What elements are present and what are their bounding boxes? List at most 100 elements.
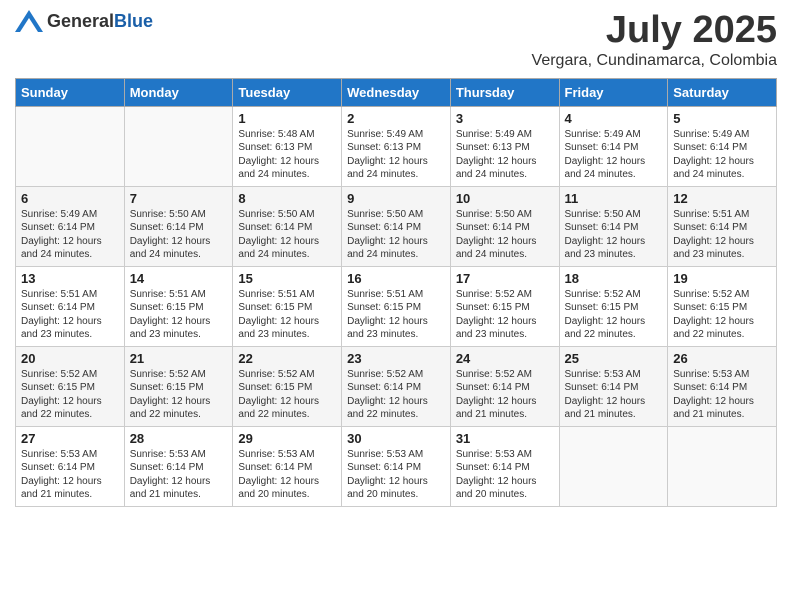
day-number: 24	[456, 351, 554, 366]
day-info: Sunrise: 5:49 AM Sunset: 6:14 PM Dayligh…	[21, 208, 119, 262]
weekday-header-row: SundayMondayTuesdayWednesdayThursdayFrid…	[16, 78, 777, 106]
logo-blue: Blue	[114, 11, 153, 31]
day-number: 11	[565, 191, 663, 206]
title-block: July 2025 Vergara, Cundinamarca, Colombi…	[532, 10, 777, 70]
day-info: Sunrise: 5:50 AM Sunset: 6:14 PM Dayligh…	[347, 208, 445, 262]
day-info: Sunrise: 5:51 AM Sunset: 6:14 PM Dayligh…	[673, 208, 771, 262]
day-info: Sunrise: 5:52 AM Sunset: 6:15 PM Dayligh…	[130, 368, 228, 422]
day-number: 12	[673, 191, 771, 206]
calendar-week-row: 20 Sunrise: 5:52 AM Sunset: 6:15 PM Dayli…	[16, 346, 777, 426]
day-info: Sunrise: 5:49 AM Sunset: 6:14 PM Dayligh…	[673, 128, 771, 182]
day-number: 21	[130, 351, 228, 366]
day-number: 25	[565, 351, 663, 366]
day-info: Sunrise: 5:53 AM Sunset: 6:14 PM Dayligh…	[673, 368, 771, 422]
day-number: 4	[565, 111, 663, 126]
weekday-header: Tuesday	[233, 78, 342, 106]
logo: GeneralBlue	[15, 10, 153, 32]
calendar-cell: 19Sunrise: 5:52 AM Sunset: 6:15 PM Dayli…	[668, 266, 777, 346]
day-number: 10	[456, 191, 554, 206]
day-number: 31	[456, 431, 554, 446]
day-info: Sunrise: 5:52 AM Sunset: 6:15 PM Dayligh…	[238, 368, 336, 422]
weekday-header: Friday	[559, 78, 668, 106]
calendar-cell: 8Sunrise: 5:50 AM Sunset: 6:14 PM Daylig…	[233, 186, 342, 266]
calendar-cell: 28Sunrise: 5:53 AM Sunset: 6:14 PM Dayli…	[124, 426, 233, 506]
location-title: Vergara, Cundinamarca, Colombia	[532, 52, 777, 70]
day-info: Sunrise: 5:53 AM Sunset: 6:14 PM Dayligh…	[565, 368, 663, 422]
day-info: Sunrise: 5:50 AM Sunset: 6:14 PM Dayligh…	[130, 208, 228, 262]
day-info: Sunrise: 5:52 AM Sunset: 6:15 PM Dayligh…	[456, 288, 554, 342]
day-info: Sunrise: 5:48 AM Sunset: 6:13 PM Dayligh…	[238, 128, 336, 182]
day-number: 29	[238, 431, 336, 446]
day-info: Sunrise: 5:53 AM Sunset: 6:14 PM Dayligh…	[238, 448, 336, 502]
calendar-cell: 18Sunrise: 5:52 AM Sunset: 6:15 PM Dayli…	[559, 266, 668, 346]
calendar-cell: 27 Sunrise: 5:53 AM Sunset: 6:14 PM Dayli…	[16, 426, 125, 506]
day-number: 3	[456, 111, 554, 126]
calendar-cell: 2 Sunrise: 5:49 AM Sunset: 6:13 PM Daylig…	[342, 106, 451, 186]
calendar-cell: 25 Sunrise: 5:53 AM Sunset: 6:14 PM Dayli…	[559, 346, 668, 426]
logo-icon	[15, 10, 43, 32]
calendar-week-row: 13 Sunrise: 5:51 AM Sunset: 6:14 PM Dayli…	[16, 266, 777, 346]
day-info: Sunrise: 5:49 AM Sunset: 6:14 PM Dayligh…	[565, 128, 663, 182]
day-info: Sunrise: 5:52 AM Sunset: 6:14 PM Dayligh…	[456, 368, 554, 422]
day-number: 2	[347, 111, 445, 126]
calendar-cell	[16, 106, 125, 186]
day-info: Sunrise: 5:53 AM Sunset: 6:14 PM Dayligh…	[130, 448, 228, 502]
logo-general: General	[47, 11, 114, 31]
day-info: Sunrise: 5:49 AM Sunset: 6:13 PM Dayligh…	[347, 128, 445, 182]
calendar-cell: 16Sunrise: 5:51 AM Sunset: 6:15 PM Dayli…	[342, 266, 451, 346]
page-header: GeneralBlue July 2025 Vergara, Cundinama…	[15, 10, 777, 70]
day-number: 23	[347, 351, 445, 366]
day-info: Sunrise: 5:50 AM Sunset: 6:14 PM Dayligh…	[565, 208, 663, 262]
day-info: Sunrise: 5:53 AM Sunset: 6:14 PM Dayligh…	[21, 448, 119, 502]
calendar-cell: 11 Sunrise: 5:50 AM Sunset: 6:14 PM Dayli…	[559, 186, 668, 266]
day-number: 30	[347, 431, 445, 446]
calendar-cell	[559, 426, 668, 506]
day-info: Sunrise: 5:53 AM Sunset: 6:14 PM Dayligh…	[347, 448, 445, 502]
day-number: 8	[238, 191, 336, 206]
calendar-cell: 23Sunrise: 5:52 AM Sunset: 6:14 PM Dayli…	[342, 346, 451, 426]
calendar-cell: 1 Sunrise: 5:48 AM Sunset: 6:13 PM Daylig…	[233, 106, 342, 186]
calendar-cell: 5Sunrise: 5:49 AM Sunset: 6:14 PM Daylig…	[668, 106, 777, 186]
calendar-cell: 12 Sunrise: 5:51 AM Sunset: 6:14 PM Dayli…	[668, 186, 777, 266]
day-number: 20	[21, 351, 119, 366]
day-number: 9	[347, 191, 445, 206]
day-info: Sunrise: 5:52 AM Sunset: 6:15 PM Dayligh…	[565, 288, 663, 342]
calendar-cell: 10Sunrise: 5:50 AM Sunset: 6:14 PM Dayli…	[450, 186, 559, 266]
calendar-week-row: 27 Sunrise: 5:53 AM Sunset: 6:14 PM Dayli…	[16, 426, 777, 506]
day-number: 17	[456, 271, 554, 286]
day-number: 19	[673, 271, 771, 286]
calendar-cell: 14 Sunrise: 5:51 AM Sunset: 6:15 PM Dayli…	[124, 266, 233, 346]
day-info: Sunrise: 5:51 AM Sunset: 6:15 PM Dayligh…	[130, 288, 228, 342]
calendar-cell: 30 Sunrise: 5:53 AM Sunset: 6:14 PM Dayli…	[342, 426, 451, 506]
day-info: Sunrise: 5:53 AM Sunset: 6:14 PM Dayligh…	[456, 448, 554, 502]
day-info: Sunrise: 5:49 AM Sunset: 6:13 PM Dayligh…	[456, 128, 554, 182]
day-number: 14	[130, 271, 228, 286]
calendar-cell: 6 Sunrise: 5:49 AM Sunset: 6:14 PM Daylig…	[16, 186, 125, 266]
day-number: 26	[673, 351, 771, 366]
weekday-header: Wednesday	[342, 78, 451, 106]
calendar-cell: 21 Sunrise: 5:52 AM Sunset: 6:15 PM Dayli…	[124, 346, 233, 426]
weekday-header: Saturday	[668, 78, 777, 106]
calendar-cell: 9 Sunrise: 5:50 AM Sunset: 6:14 PM Daylig…	[342, 186, 451, 266]
weekday-header: Sunday	[16, 78, 125, 106]
calendar-cell: 20 Sunrise: 5:52 AM Sunset: 6:15 PM Dayli…	[16, 346, 125, 426]
day-number: 1	[238, 111, 336, 126]
day-number: 15	[238, 271, 336, 286]
day-info: Sunrise: 5:52 AM Sunset: 6:15 PM Dayligh…	[21, 368, 119, 422]
day-info: Sunrise: 5:51 AM Sunset: 6:15 PM Dayligh…	[238, 288, 336, 342]
calendar-cell	[668, 426, 777, 506]
day-number: 27	[21, 431, 119, 446]
day-number: 6	[21, 191, 119, 206]
day-number: 22	[238, 351, 336, 366]
calendar-cell: 15 Sunrise: 5:51 AM Sunset: 6:15 PM Dayli…	[233, 266, 342, 346]
calendar-cell: 13 Sunrise: 5:51 AM Sunset: 6:14 PM Dayli…	[16, 266, 125, 346]
calendar-cell: 3 Sunrise: 5:49 AM Sunset: 6:13 PM Daylig…	[450, 106, 559, 186]
calendar-cell: 22 Sunrise: 5:52 AM Sunset: 6:15 PM Dayli…	[233, 346, 342, 426]
calendar-week-row: 6 Sunrise: 5:49 AM Sunset: 6:14 PM Daylig…	[16, 186, 777, 266]
calendar-cell: 17 Sunrise: 5:52 AM Sunset: 6:15 PM Dayli…	[450, 266, 559, 346]
day-number: 13	[21, 271, 119, 286]
calendar-cell: 26 Sunrise: 5:53 AM Sunset: 6:14 PM Dayli…	[668, 346, 777, 426]
calendar-cell: 31 Sunrise: 5:53 AM Sunset: 6:14 PM Dayli…	[450, 426, 559, 506]
calendar-cell	[124, 106, 233, 186]
day-info: Sunrise: 5:51 AM Sunset: 6:14 PM Dayligh…	[21, 288, 119, 342]
